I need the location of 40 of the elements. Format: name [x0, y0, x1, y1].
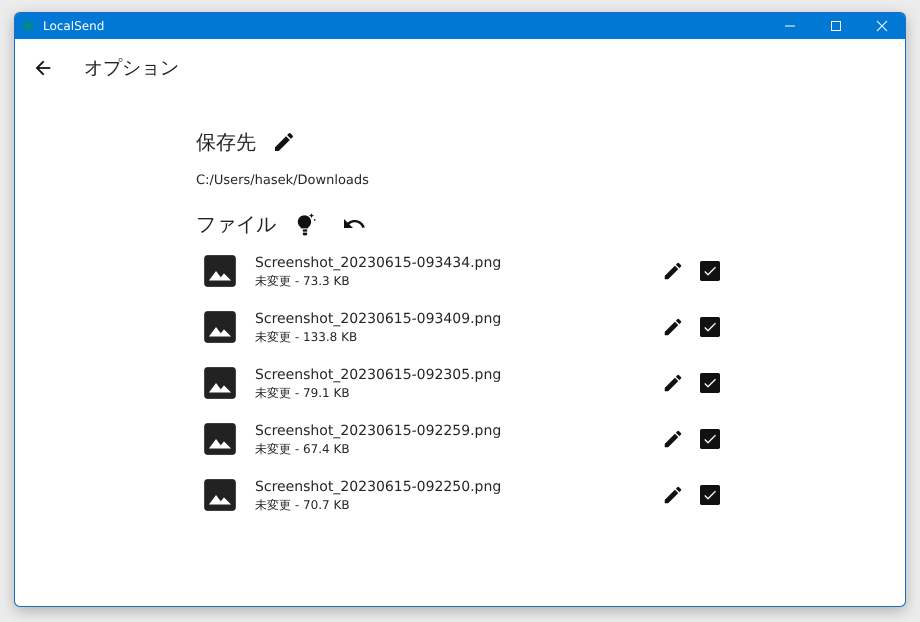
edit-button[interactable]: [662, 484, 684, 506]
pencil-icon: [662, 484, 684, 506]
window-title: LocalSend: [43, 18, 106, 35]
pencil-icon: [662, 316, 684, 338]
app-icon: [21, 19, 35, 33]
file-name: Screenshot_20230615-092305.png: [255, 366, 502, 385]
edit-button[interactable]: [662, 260, 684, 282]
pencil-icon: [662, 428, 684, 450]
pencil-icon: [662, 372, 684, 394]
maximize-icon: [830, 20, 842, 32]
edit-button[interactable]: [662, 316, 684, 338]
image-file-icon: [201, 420, 239, 458]
file-info: 未変更 - 133.8 KB: [255, 329, 358, 345]
file-info: 未変更 - 79.1 KB: [255, 385, 351, 401]
page-title: オプション: [84, 56, 179, 81]
checkbox[interactable]: [700, 261, 720, 281]
checkbox[interactable]: [700, 373, 720, 393]
checkbox[interactable]: [700, 429, 720, 449]
edit-button[interactable]: [662, 372, 684, 394]
file-info: 未変更 - 70.7 KB: [255, 497, 351, 513]
checkbox[interactable]: [700, 485, 720, 505]
close-icon: [876, 20, 888, 32]
folder-path: C:/Users/hasek/Downloads: [196, 173, 370, 189]
section-heading: ファイル: [196, 211, 276, 238]
file-name: Screenshot_20230615-092259.png: [255, 422, 502, 441]
edit-button[interactable]: [272, 130, 296, 154]
checkbox[interactable]: [700, 317, 720, 337]
file-name: Screenshot_20230615-093409.png: [255, 310, 502, 329]
pencil-icon: [662, 260, 684, 282]
image-file-icon: [201, 476, 239, 514]
file-name: Screenshot_20230615-092250.png: [255, 478, 502, 497]
image-file-icon: [201, 308, 239, 346]
image-file-icon: [201, 252, 239, 290]
pencil-icon: [272, 130, 296, 154]
file-info: 未変更 - 73.3 KB: [255, 273, 351, 289]
section-heading: 保存先: [196, 129, 256, 156]
file-name: Screenshot_20230615-093434.png: [255, 254, 502, 273]
image-file-icon: [201, 364, 239, 402]
edit-button[interactable]: [662, 428, 684, 450]
file-info: 未変更 - 67.4 KB: [255, 441, 351, 457]
